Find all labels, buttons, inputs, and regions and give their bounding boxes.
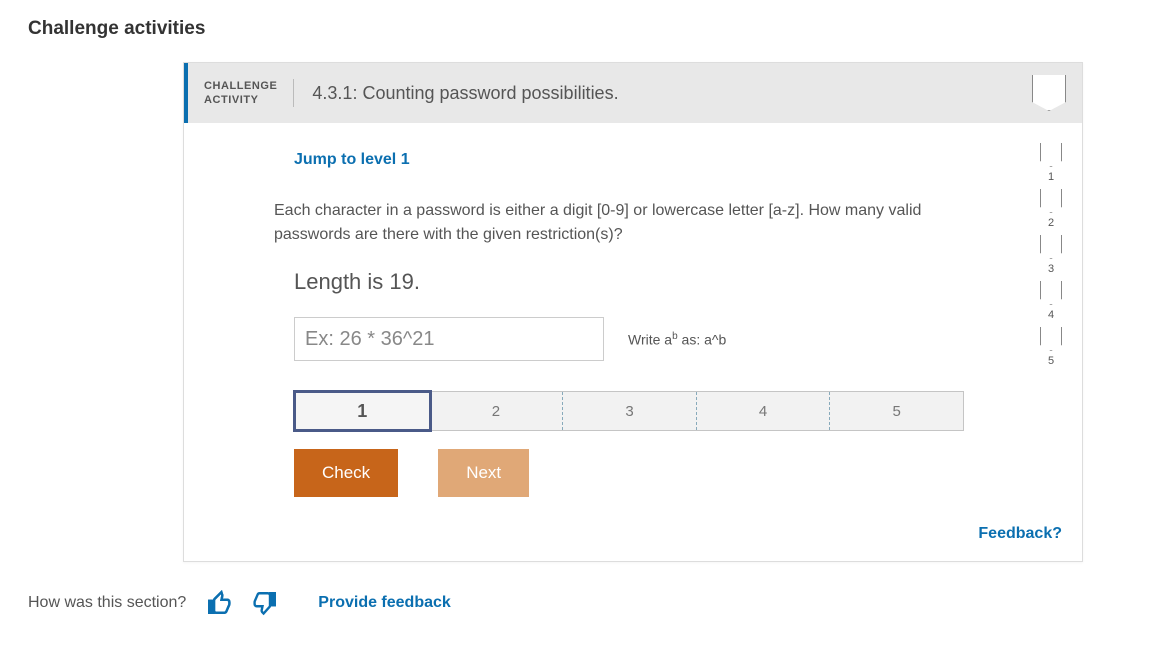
feedback-link-row: Feedback? <box>184 525 1082 561</box>
step-4[interactable]: 4 <box>697 392 831 430</box>
footer-question: How was this section? <box>28 594 186 612</box>
level-num: 5 <box>1048 355 1054 367</box>
level-num: 4 <box>1048 309 1054 321</box>
hint-suffix: as: a^b <box>678 331 727 347</box>
level-num: 1 <box>1048 171 1054 183</box>
shield-icon <box>1040 189 1062 213</box>
step-3[interactable]: 3 <box>563 392 697 430</box>
feedback-link[interactable]: Feedback? <box>978 525 1062 542</box>
shield-icon <box>1040 327 1062 351</box>
level-num: 2 <box>1048 217 1054 229</box>
input-row: Write ab as: a^b <box>294 317 964 361</box>
shield-icon <box>1040 281 1062 305</box>
jump-to-level-link[interactable]: Jump to level 1 <box>294 151 410 169</box>
level-shield-4[interactable]: 4 <box>1040 281 1062 321</box>
level-shield-3[interactable]: 3 <box>1040 235 1062 275</box>
level-stepper: 1 2 3 4 5 <box>294 391 964 431</box>
content-column: Jump to level 1 Each character in a pass… <box>294 151 964 497</box>
next-button[interactable]: Next <box>438 449 529 497</box>
level-shield-1[interactable]: 1 <box>1040 143 1062 183</box>
hint-text: Write ab as: a^b <box>628 331 726 348</box>
shield-icon <box>1040 235 1062 259</box>
check-button[interactable]: Check <box>294 449 398 497</box>
card-header: CHALLENGE ACTIVITY 4.3.1: Counting passw… <box>184 63 1082 123</box>
level-shield-2[interactable]: 2 <box>1040 189 1062 229</box>
level-shield-5[interactable]: 5 <box>1040 327 1062 367</box>
shield-icon <box>1040 143 1062 167</box>
challenge-label-line2: ACTIVITY <box>204 93 277 107</box>
challenge-card: CHALLENGE ACTIVITY 4.3.1: Counting passw… <box>183 62 1083 562</box>
step-1[interactable]: 1 <box>293 390 432 432</box>
level-num: 3 <box>1048 263 1054 275</box>
thumbs-up-icon[interactable] <box>206 590 232 616</box>
step-5[interactable]: 5 <box>830 392 963 430</box>
step-2[interactable]: 2 <box>430 392 564 430</box>
thumbs-down-icon[interactable] <box>252 590 278 616</box>
card-body: Jump to level 1 Each character in a pass… <box>184 123 1082 525</box>
shield-icon <box>1032 75 1066 111</box>
provide-feedback-link[interactable]: Provide feedback <box>318 594 451 612</box>
level-shields: 1 2 3 4 5 <box>1040 143 1062 367</box>
challenge-label: CHALLENGE ACTIVITY <box>204 79 294 108</box>
challenge-title: 4.3.1: Counting password possibilities. <box>312 83 618 104</box>
hint-prefix: Write a <box>628 331 672 347</box>
footer-row: How was this section? Provide feedback <box>28 590 1146 616</box>
button-row: Check Next <box>294 449 964 497</box>
challenge-label-line1: CHALLENGE <box>204 79 277 93</box>
answer-input[interactable] <box>294 317 604 361</box>
prompt-text: Each character in a password is either a… <box>274 199 964 247</box>
page-title: Challenge activities <box>28 18 1146 40</box>
length-text: Length is 19. <box>294 269 964 295</box>
